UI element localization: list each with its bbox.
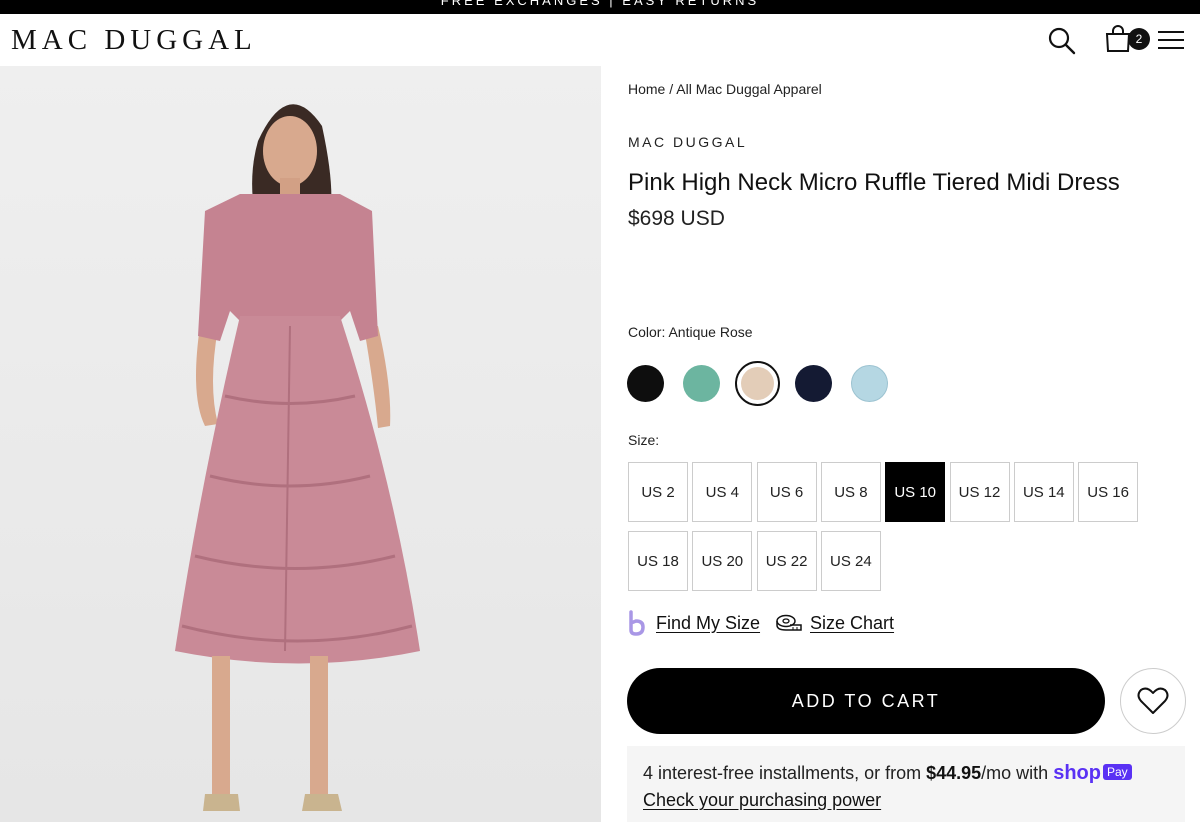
site-header: MAC DUGGAL 2 [0,14,1200,66]
product-brand: MAC DUGGAL [628,134,748,150]
purchasing-power-link[interactable]: Check your purchasing power [643,790,881,811]
size-option-us-12[interactable]: US 12 [949,462,1010,522]
product-title: Pink High Neck Micro Ruffle Tiered Midi … [628,169,1120,196]
find-my-size-label: Find My Size [656,612,761,633]
breadcrumb-home[interactable]: Home [628,81,665,97]
product-price: $698 USD [628,207,725,230]
size-option-us-14[interactable]: US 14 [1013,462,1074,522]
find-my-size-link[interactable]: Find My Size [628,610,760,636]
cart-count-badge: 2 [1128,28,1150,50]
shop-pay-logo: shop [1053,762,1101,784]
heart-icon [1137,687,1169,714]
promo-bar: FREE EXCHANGES | EASY RETURNS [0,0,1200,14]
tape-measure-icon [776,614,802,631]
size-option-us-18[interactable]: US 18 [628,531,688,591]
size-option-us-20[interactable]: US 20 [692,531,753,591]
size-chart-label: Size Chart [810,612,895,633]
color-swatch-antique-rose[interactable] [735,361,780,406]
size-chart-link[interactable]: Size Chart [776,610,894,636]
size-option-us-8[interactable]: US 8 [820,462,881,522]
size-option-us-6[interactable]: US 6 [756,462,817,522]
size-option-us-4[interactable]: US 4 [692,462,753,522]
color-swatch-navy[interactable] [795,365,832,402]
search-icon[interactable] [1047,26,1077,56]
color-swatch-fill [741,367,774,400]
dress-photo [175,104,420,811]
wishlist-button[interactable] [1120,668,1186,734]
brand-logo[interactable]: MAC DUGGAL [11,24,257,57]
size-option-us-16[interactable]: US 16 [1078,462,1139,522]
size-option-us-10[interactable]: US 10 [885,462,946,522]
promo-text: FREE EXCHANGES | EASY RETURNS [440,0,760,8]
size-label: Size: [628,432,660,448]
color-swatch-teal[interactable] [683,365,720,402]
hamburger-menu-icon[interactable] [1157,28,1185,52]
installments-prefix: 4 interest-free installments, or from [643,763,927,783]
color-swatch-black[interactable] [627,365,664,402]
installments-amount: $44.95 [926,763,982,783]
installments-banner: 4 interest-free installments, or from $4… [627,746,1185,822]
breadcrumb-separator: / [665,81,677,97]
find-my-size-icon [629,610,645,636]
product-image[interactable] [0,66,601,822]
installments-text: 4 interest-free installments, or from $4… [643,762,1132,785]
installments-suffix: /mo with [981,763,1054,783]
color-label: Color: Antique Rose [628,324,753,340]
breadcrumb: Home / All Mac Duggal Apparel [628,81,822,97]
size-option-us-24[interactable]: US 24 [820,531,881,591]
color-swatch-light-blue[interactable] [851,365,888,402]
size-option-us-22[interactable]: US 22 [756,531,817,591]
add-to-cart-button[interactable]: ADD TO CART [627,668,1105,734]
shop-pay-badge: Pay [1102,764,1132,780]
breadcrumb-current[interactable]: All Mac Duggal Apparel [676,81,822,97]
size-option-us-2[interactable]: US 2 [628,462,688,522]
